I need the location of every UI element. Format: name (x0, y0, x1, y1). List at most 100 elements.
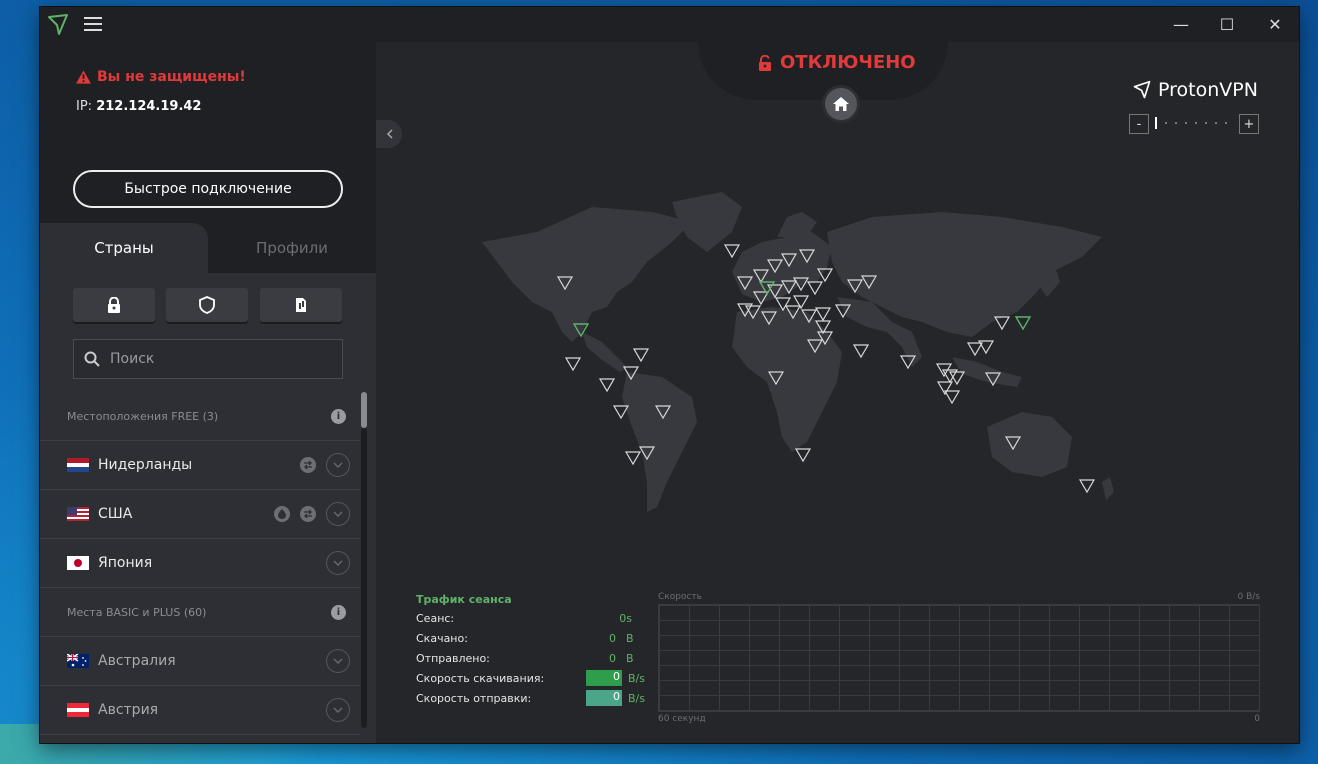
stat-label: Сеанс: (416, 612, 455, 625)
brand-name: ProtonVPN (1158, 79, 1258, 101)
chevron-down-icon[interactable] (326, 649, 350, 673)
sidebar-tabs: Страны Профили (40, 223, 376, 273)
section-label: Местоположения FREE (3) (67, 409, 219, 423)
ip-label: IP: (76, 99, 93, 114)
quick-connect-button[interactable]: Быстрое подключение (73, 170, 343, 208)
stat-unit: B/s (628, 692, 645, 705)
stat-download-speed: Скорость скачивания: 0 B/s (416, 670, 656, 692)
shield-icon (199, 296, 215, 314)
warning-text: Вы не защищены! (97, 69, 246, 85)
graph-max-number: 0 (1237, 592, 1244, 602)
section-label: Места BASIC и PLUS (60) (67, 605, 207, 619)
brand: ProtonVPN (1132, 79, 1258, 101)
chevron-down-icon[interactable] (326, 551, 350, 575)
country-list-scrollbar[interactable] (360, 392, 368, 743)
stat-value: 0 (609, 632, 616, 645)
protection-warning: Вы не защищены! (76, 69, 246, 85)
session-traffic: Трафик сеанса Сеанс: 0s Скачано: 0 B Отп… (416, 593, 656, 712)
country-row-usa[interactable]: США (40, 490, 360, 539)
home-button[interactable] (822, 85, 860, 123)
protonvpn-window: — ☐ ✕ Вы не защищены! IP: 212.124.19.42 … (40, 7, 1299, 743)
stat-unit: B (626, 652, 634, 665)
country-list: Местоположения FREE (3) i Нидерланды США… (40, 392, 367, 743)
close-button[interactable]: ✕ (1252, 7, 1298, 42)
stat-uploaded: Отправлено: 0 B (416, 652, 656, 672)
search-field[interactable] (73, 339, 343, 379)
server-marker (598, 378, 616, 393)
server-marker (794, 448, 812, 463)
server-marker (943, 390, 961, 405)
status-text: ОТКЛЮЧЕНО (780, 52, 916, 73)
server-marker (806, 281, 824, 296)
info-icon[interactable]: i (331, 408, 346, 424)
download-speed-value: 0 (586, 670, 622, 686)
stat-label: Отправлено: (416, 652, 490, 665)
file-icon (296, 298, 306, 312)
chevron-down-icon[interactable] (326, 453, 350, 477)
scrollbar-track (361, 428, 367, 728)
chevron-down-icon[interactable] (326, 502, 350, 526)
title-bar: — ☐ ✕ (40, 7, 1299, 42)
info-icon[interactable]: i (331, 604, 346, 620)
server-marker (624, 451, 642, 466)
flag-nl-icon (67, 458, 89, 472)
chevron-down-icon[interactable] (326, 698, 350, 722)
graph-max-value: 0 B/s (1237, 592, 1260, 602)
maximize-button[interactable]: ☐ (1204, 7, 1250, 42)
shield-filter-button[interactable] (166, 288, 248, 322)
country-name: США (98, 506, 133, 522)
country-name: Япония (98, 555, 153, 571)
server-marker (1078, 479, 1096, 494)
country-name: Австрия (98, 702, 159, 718)
map-view: ОТКЛЮЧЕНО ProtonVPN - + Трафик сеанса Се… (376, 42, 1299, 743)
zoom-slider-knob[interactable] (1155, 117, 1157, 129)
countries-panel: Местоположения FREE (3) i Нидерланды (40, 273, 376, 743)
server-marker (723, 244, 741, 259)
warning-icon (76, 70, 91, 84)
stat-label: Скорость отправки: (416, 692, 532, 705)
graph-grid (658, 604, 1260, 712)
zoom-in-button[interactable]: + (1239, 114, 1259, 134)
unlocked-icon (759, 54, 771, 71)
search-input[interactable] (108, 350, 332, 368)
secure-core-filter-button[interactable] (73, 288, 155, 322)
speed-graph: Скорость 0 B/s 60 секунд 0 (658, 592, 1260, 727)
stat-label: Скачано: (416, 632, 468, 645)
free-server-marker (1014, 316, 1032, 331)
stat-session: Сеанс: 0s (416, 612, 656, 632)
lock-icon (108, 297, 120, 313)
stat-label: Скорость скачивания: (416, 672, 545, 685)
search-icon (84, 351, 100, 367)
server-marker (632, 348, 650, 363)
scrollbar-thumb[interactable] (361, 392, 367, 428)
p2p-feature-icon (300, 457, 316, 473)
zoom-out-button[interactable]: - (1129, 114, 1149, 134)
upload-speed-value: 0 (586, 690, 622, 706)
tor-feature-icon (274, 506, 290, 522)
stat-value: 0s (619, 612, 632, 625)
country-row-austria[interactable]: Австрия (40, 686, 360, 735)
country-row-netherlands[interactable]: Нидерланды (40, 441, 360, 490)
country-row-australia[interactable]: Австралия (40, 637, 360, 686)
tab-profiles[interactable]: Профили (208, 223, 376, 273)
stat-unit: B (626, 632, 634, 645)
connection-status: ОТКЛЮЧЕНО (758, 52, 916, 73)
collapse-sidebar-button[interactable] (376, 120, 402, 148)
tab-countries[interactable]: Страны (40, 223, 208, 273)
country-row-japan[interactable]: Япония (40, 539, 360, 588)
server-marker (852, 344, 870, 359)
minimize-button[interactable]: — (1158, 7, 1204, 42)
graph-time-end: 0 (1254, 714, 1260, 724)
p2p-filter-button[interactable] (260, 288, 342, 322)
menu-icon[interactable] (84, 17, 102, 31)
protonvpn-logo-icon (48, 14, 68, 35)
ip-address: IP: 212.124.19.42 (76, 99, 201, 114)
flag-au-icon (67, 654, 89, 668)
server-marker (966, 342, 984, 357)
flag-us-icon (67, 507, 89, 521)
zoom-slider-track[interactable] (1155, 122, 1235, 124)
world-map[interactable] (442, 182, 1122, 522)
stat-downloaded: Скачано: 0 B (416, 632, 656, 652)
graph-title: Скорость (658, 592, 702, 602)
continents (482, 192, 1114, 512)
